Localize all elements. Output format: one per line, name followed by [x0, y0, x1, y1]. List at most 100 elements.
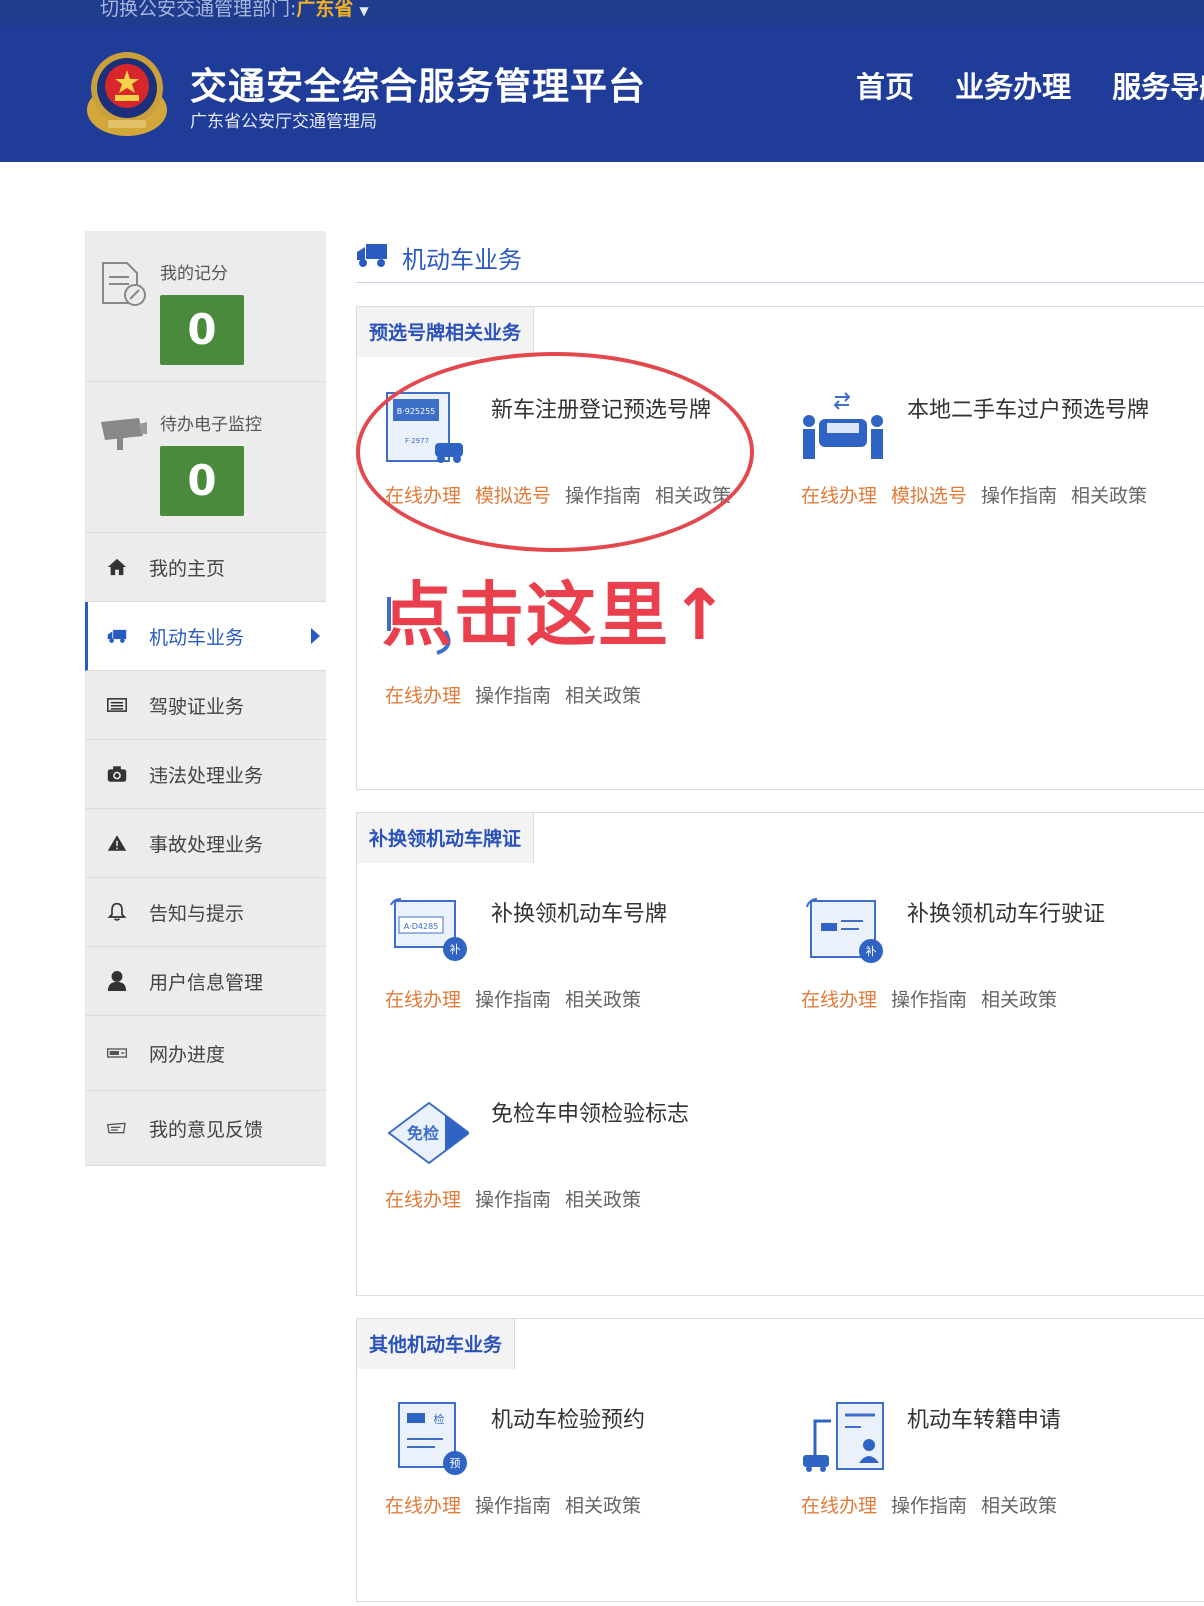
guide-link[interactable]: 操作指南: [475, 685, 551, 707]
my-score-value[interactable]: 0: [160, 295, 244, 365]
replace-plate-icon: A·D4285 补: [390, 897, 467, 961]
sidebar-item-license[interactable]: 驾驶证业务: [85, 671, 326, 740]
guide-link[interactable]: 操作指南: [981, 485, 1057, 507]
sidebar: 我的记分 0 待办电子监控 0 我的主页 机动车业务 驾驶证业务 违法处理业务 …: [85, 231, 326, 1166]
new-plate-icon: B·925255 F·2977: [386, 392, 463, 463]
pending-monitor-panel[interactable]: 待办电子监控 0: [85, 382, 326, 533]
online-handle-link[interactable]: 在线办理: [801, 1495, 877, 1517]
service-links: 在线办理 模拟选号 操作指南 相关政策: [385, 481, 745, 508]
service-name[interactable]: 补换领机动车行驶证: [907, 899, 1157, 931]
online-handle-link[interactable]: 在线办理: [385, 989, 461, 1011]
sidebar-item-label: 违法处理业务: [149, 764, 264, 787]
service-name[interactable]: 免检车申领检验标志: [491, 1099, 741, 1131]
section-other-vehicle: 其他机动车业务 检 预 机动车检验预约 在线办理 操作指南 相关政策 机动车转籍申请: [356, 1318, 1204, 1602]
camera-icon: [107, 764, 127, 784]
section-tab: 预选号牌相关业务: [356, 306, 535, 357]
service-links: 在线办理 操作指南 相关政策: [801, 1491, 1071, 1518]
service-used-car-plate: 本地二手车过户预选号牌 在线办理 模拟选号 操作指南 相关政策: [773, 389, 1173, 507]
police-emblem-logo: [87, 52, 167, 136]
badge-text: 补: [450, 943, 461, 956]
service-name[interactable]: 补换领机动车号牌: [491, 899, 741, 931]
chevron-right-icon: [311, 628, 320, 644]
transfer-car-icon: [803, 392, 883, 459]
sidebar-item-progress[interactable]: 网办进度: [85, 1016, 326, 1091]
online-handle-link[interactable]: 在线办理: [385, 1495, 461, 1517]
top-nav: 首页 业务办理 服务导航: [856, 64, 1204, 106]
service-links: 在线办理 操作指南 相关政策: [385, 681, 655, 708]
policy-link[interactable]: 相关政策: [655, 485, 731, 507]
region-province[interactable]: 广东省: [296, 0, 353, 20]
online-handle-link[interactable]: 在线办理: [385, 485, 461, 507]
transfer-registry-icon: [803, 1402, 884, 1472]
nav-business[interactable]: 业务办理: [955, 64, 1071, 106]
online-handle-link[interactable]: 在线办理: [801, 485, 877, 507]
sidebar-item-home[interactable]: 我的主页: [85, 533, 326, 602]
section-tab: 补换领机动车牌证: [356, 812, 535, 863]
service-links: 在线办理 模拟选号 操作指南 相关政策: [801, 481, 1161, 508]
service-new-car-plate: B·925255 F·2977 新车注册登记预选号牌 在线办理 模拟选号 操作指南相…: [357, 389, 757, 507]
progress-icon: [107, 1043, 127, 1063]
exempt-inspection-icon: 免检: [387, 1101, 469, 1165]
guide-link[interactable]: 操作指南: [565, 485, 641, 507]
guide-link[interactable]: 操作指南: [475, 989, 551, 1011]
site-title: 交通安全综合服务管理平台: [190, 65, 646, 108]
bell-icon: [107, 902, 127, 922]
caret-down-icon[interactable]: ▼: [359, 4, 368, 18]
service-inspection-appointment: 检 预 机动车检验预约 在线办理 操作指南 相关政策: [357, 1399, 757, 1517]
online-handle-link[interactable]: 在线办理: [801, 989, 877, 1011]
main-title: 机动车业务: [356, 236, 1204, 283]
guide-link[interactable]: 操作指南: [891, 1495, 967, 1517]
online-handle-link[interactable]: 在线办理: [385, 1189, 461, 1211]
policy-link[interactable]: 相关政策: [565, 989, 641, 1011]
section-replace-plate: 补换领机动车牌证 A·D4285 补 补换领机动车号牌 在线办理 操作指南 相关政策…: [356, 812, 1204, 1296]
sidebar-item-user-info[interactable]: 用户信息管理: [85, 947, 326, 1016]
policy-link[interactable]: 相关政策: [565, 1495, 641, 1517]
sidebar-item-violation[interactable]: 违法处理业务: [85, 740, 326, 809]
badge-text: 免检: [407, 1124, 439, 1143]
sidebar-item-label: 我的主页: [149, 557, 226, 580]
simulate-select-link[interactable]: 模拟选号: [891, 485, 967, 507]
service-links: 在线办理 操作指南 相关政策: [801, 985, 1071, 1012]
guide-link[interactable]: 操作指南: [891, 989, 967, 1011]
policy-link[interactable]: 相关政策: [565, 685, 641, 707]
region-switch-bar: 切换公安交通管理部门:广东省 ▼: [0, 0, 1204, 27]
region-switch[interactable]: 切换公安交通管理部门:广东省 ▼: [100, 0, 369, 21]
online-handle-link[interactable]: 在线办理: [385, 685, 461, 707]
section-tab: 其他机动车业务: [356, 1318, 516, 1369]
home-icon: [107, 557, 127, 577]
score-document-icon: [102, 262, 146, 306]
sidebar-item-notice[interactable]: 告知与提示: [85, 878, 326, 947]
badge-text: 预: [450, 1457, 461, 1470]
license-icon: [107, 695, 127, 715]
sidebar-item-label: 告知与提示: [149, 902, 245, 925]
region-switch-label: 切换公安交通管理部门:: [100, 0, 297, 20]
service-name[interactable]: 本地二手车过户预选号牌: [907, 395, 1157, 427]
truck-icon: [357, 244, 387, 267]
my-score-label: 我的记分: [160, 264, 228, 284]
service-name[interactable]: 新车注册登记预选号牌: [491, 395, 741, 427]
inspection-appointment-icon: 检 预: [398, 1402, 467, 1475]
nav-home[interactable]: 首页: [856, 64, 914, 106]
main-title-text: 机动车业务: [402, 246, 522, 274]
policy-link[interactable]: 相关政策: [565, 1189, 641, 1211]
service-name[interactable]: 机动车检验预约: [491, 1405, 741, 1437]
policy-link[interactable]: 相关政策: [981, 1495, 1057, 1517]
sidebar-item-vehicle[interactable]: 机动车业务: [85, 602, 326, 671]
site-header: 交通安全综合服务管理平台 广东省公安厅交通管理局 首页 业务办理 服务导航: [0, 26, 1204, 162]
pending-monitor-value[interactable]: 0: [160, 446, 244, 516]
service-name[interactable]: 机动车转籍申请: [907, 1405, 1157, 1437]
policy-link[interactable]: 相关政策: [981, 989, 1057, 1011]
guide-link[interactable]: 操作指南: [475, 1189, 551, 1211]
sidebar-item-label: 用户信息管理: [149, 971, 264, 994]
policy-link[interactable]: 相关政策: [1071, 485, 1147, 507]
simulate-select-link[interactable]: 模拟选号: [475, 485, 551, 507]
sidebar-item-feedback[interactable]: 我的意见反馈: [85, 1091, 326, 1166]
warning-icon: [107, 833, 127, 853]
nav-service-guide[interactable]: 服务导航: [1112, 64, 1204, 106]
my-score-panel[interactable]: 我的记分 0: [85, 231, 326, 382]
sidebar-item-accident[interactable]: 事故处理业务: [85, 809, 326, 878]
service-exempt-mark: 免检 免检车申领检验标志 在线办理 操作指南 相关政策: [357, 1093, 757, 1211]
service-replace-license: 补 补换领机动车行驶证 在线办理 操作指南 相关政策: [773, 893, 1173, 1011]
guide-link[interactable]: 操作指南: [475, 1495, 551, 1517]
site-subtitle: 广东省公安厅交通管理局: [190, 112, 377, 132]
